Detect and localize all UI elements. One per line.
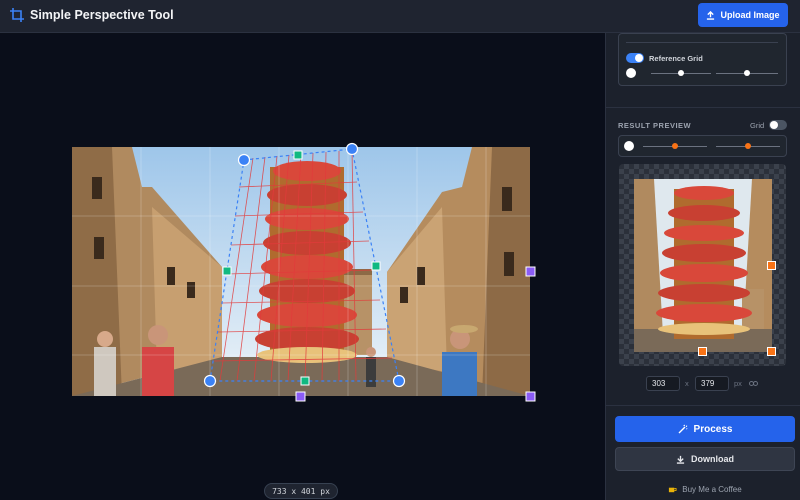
upload-icon (707, 10, 715, 20)
process-label: Process (693, 423, 733, 435)
download-button[interactable]: Download (615, 447, 795, 471)
perspective-overlay (203, 142, 536, 402)
link-icon[interactable] (749, 380, 758, 387)
coffee-label: Buy Me a Coffee (682, 484, 742, 494)
edge-handle-left[interactable] (222, 266, 232, 276)
process-button[interactable]: Process (615, 416, 795, 442)
corner-handle-top-left[interactable] (237, 153, 251, 167)
image-resize-handle-right[interactable] (525, 266, 536, 277)
preview-handle-corner[interactable] (767, 347, 776, 356)
download-label: Download (691, 454, 734, 464)
preview-color-swatch[interactable] (624, 141, 634, 151)
output-width-value: 303 (652, 379, 666, 388)
preview-slider-2-thumb[interactable] (745, 143, 751, 149)
times-sign: x (685, 379, 689, 388)
output-height-value: 379 (701, 379, 715, 388)
image-dimensions-label: 733 x 401 px (264, 483, 338, 499)
reference-grid-label: Reference Grid (649, 54, 703, 63)
preview-slider-1-thumb[interactable] (672, 143, 678, 149)
edge-handle-top[interactable] (293, 150, 303, 160)
reference-grid-toggle[interactable] (626, 53, 644, 63)
grid-toggle-label: Grid (750, 121, 765, 130)
image-resize-handle-corner[interactable] (525, 391, 536, 402)
preview-handle-bottom[interactable] (698, 347, 707, 356)
grid-density-slider-thumb[interactable] (678, 70, 684, 76)
result-preview-label: RESULT PREVIEW (618, 121, 692, 130)
toggle-knob (770, 121, 778, 129)
grid-opacity-slider-thumb[interactable] (744, 70, 750, 76)
wand-icon (678, 424, 688, 434)
corner-handle-bottom-left[interactable] (203, 374, 217, 388)
toggle-knob (635, 54, 643, 62)
preview-grid-toggle[interactable] (769, 120, 787, 130)
corner-handle-top-right[interactable] (345, 142, 359, 156)
coffee-icon (669, 487, 677, 492)
unit-label: px (734, 379, 742, 388)
upload-image-button[interactable]: Upload Image (698, 3, 788, 27)
grid-color-swatch[interactable] (626, 68, 636, 78)
upload-image-label: Upload Image (720, 10, 780, 20)
output-width-input[interactable]: 303 (646, 376, 680, 391)
panel-divider (626, 42, 778, 43)
preview-handle-right[interactable] (767, 261, 776, 270)
download-icon (676, 455, 685, 464)
result-preview-image (634, 179, 772, 352)
sidebar-divider-bottom (606, 405, 800, 406)
edge-handle-bottom[interactable] (300, 376, 310, 386)
buy-me-a-coffee-link[interactable]: Buy Me a Coffee (615, 483, 795, 495)
sidebar-divider (606, 107, 800, 108)
image-resize-handle-bottom[interactable] (295, 391, 306, 402)
edge-handle-right[interactable] (371, 261, 381, 271)
output-height-input[interactable]: 379 (695, 376, 729, 391)
corner-handle-bottom-right[interactable] (392, 374, 406, 388)
perspective-quad (209, 148, 400, 382)
